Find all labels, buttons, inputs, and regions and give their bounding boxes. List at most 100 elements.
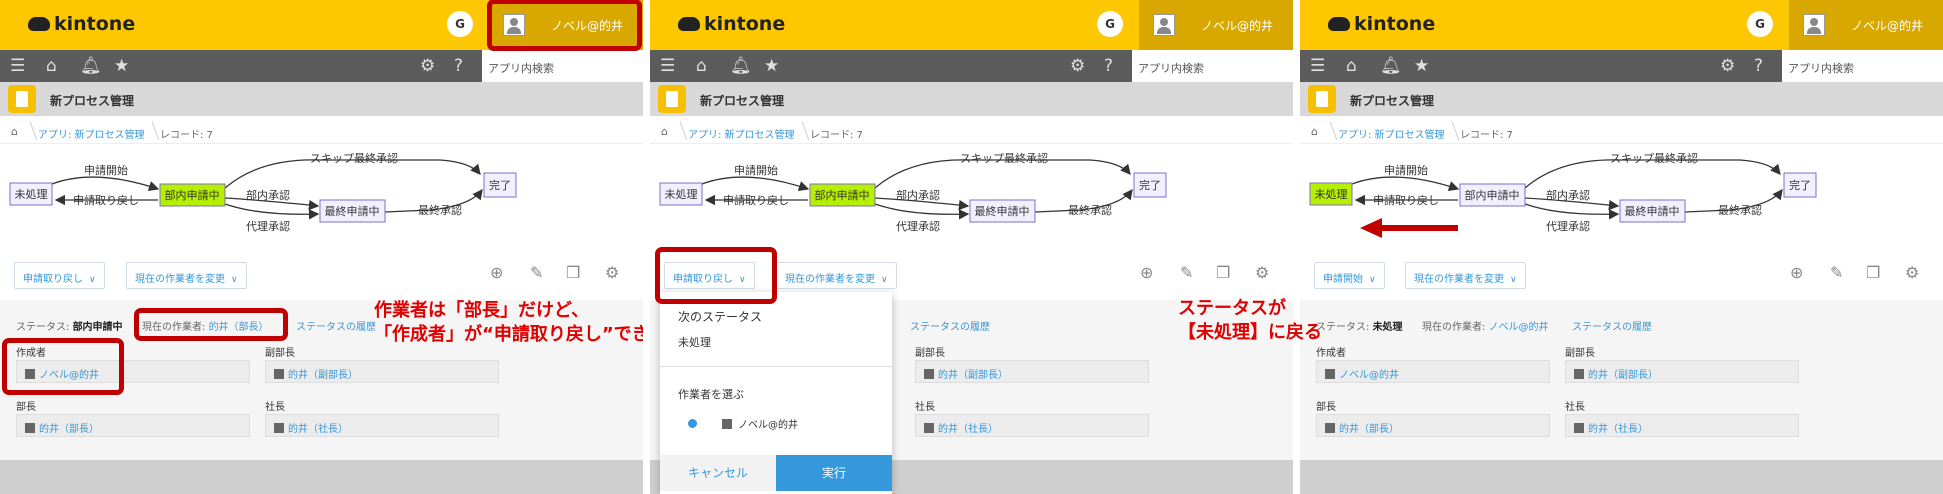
user-icon [1325, 423, 1335, 433]
breadcrumb-separator [142, 122, 160, 140]
breadcrumb-separator [20, 122, 38, 140]
state-unprocessed-label: 未処理 [665, 188, 698, 201]
bell-icon[interactable]: 🔔︎ [730, 56, 752, 76]
manager-value[interactable]: 的井（部長） [1339, 424, 1399, 435]
home-icon[interactable]: ⌂ [1311, 125, 1318, 138]
status-history-link[interactable]: ステータスの履歴 [1572, 318, 1652, 333]
star-icon[interactable]: ★ [1414, 56, 1429, 76]
home-icon[interactable]: ⌂ [661, 125, 668, 138]
footer-bar [0, 460, 643, 494]
menu-icon[interactable]: ☰ [660, 56, 675, 76]
president-value[interactable]: 的井（社長） [288, 424, 348, 435]
execute-button[interactable]: 実行 [776, 455, 892, 491]
help-icon[interactable]: ? [1754, 56, 1763, 76]
action-proxy-approval: 代理承認 [246, 219, 290, 233]
copy-icon[interactable]: ❐ [566, 263, 580, 282]
breadcrumb-app[interactable]: アプリ: 新プロセス管理 [688, 126, 795, 141]
vice-field: 的井（副部長） [915, 360, 1149, 383]
add-icon[interactable]: ⊕ [1140, 263, 1153, 282]
help-icon[interactable]: ? [454, 56, 463, 76]
status-history-link[interactable]: ステータスの履歴 [910, 318, 990, 333]
action-apply-withdraw: 申請取り戻し [723, 193, 789, 207]
kintone-logo: kintone [1328, 13, 1435, 35]
status-history-link[interactable]: ステータスの履歴 [296, 318, 376, 333]
gear-icon[interactable]: ⚙ [1905, 263, 1919, 282]
user-icon [924, 369, 934, 379]
gear-icon[interactable]: ⚙ [1070, 56, 1085, 76]
vice-label: 副部長 [265, 348, 295, 359]
g-button[interactable]: G [1097, 11, 1123, 37]
president-value[interactable]: 的井（社長） [938, 424, 998, 435]
manager-value[interactable]: 的井（部長） [39, 424, 99, 435]
g-button[interactable]: G [447, 11, 473, 37]
copy-icon[interactable]: ❐ [1216, 263, 1230, 282]
home-icon[interactable]: ⌂ [11, 125, 18, 138]
gear-icon[interactable]: ⚙ [420, 56, 435, 76]
help-icon[interactable]: ? [1104, 56, 1113, 76]
edit-icon[interactable]: ✎ [530, 263, 543, 282]
action-dept-approval: 部内承認 [1546, 188, 1590, 202]
app-search-input[interactable]: アプリ内検索 [1132, 50, 1293, 82]
status-history-label: ステータスの履歴 [1572, 322, 1652, 333]
g-button[interactable]: G [1747, 11, 1773, 37]
cancel-button[interactable]: キャンセル [660, 455, 776, 491]
edit-icon[interactable]: ✎ [1830, 263, 1843, 282]
breadcrumb-app[interactable]: アプリ: 新プロセス管理 [1338, 126, 1445, 141]
gear-icon[interactable]: ⚙ [1720, 56, 1735, 76]
process-flow-diagram: 未処理 部内申請中 最終申請中 完了 申請開始 申請取り戻し スキップ最終承認 … [9, 151, 517, 233]
chevron-down-icon: ∨ [1510, 275, 1517, 285]
vice-value[interactable]: 的井（副部長） [288, 370, 358, 381]
next-status-value: 未処理 [678, 336, 711, 349]
change-assignee-button[interactable]: 現在の作業者を変更 ∨ [776, 262, 897, 289]
action-final-approval: 最終承認 [418, 203, 462, 217]
state-final-applying-label: 最終申請中 [975, 204, 1030, 218]
add-icon[interactable]: ⊕ [490, 263, 503, 282]
vice-value[interactable]: 的井（副部長） [938, 370, 1008, 381]
menu-icon[interactable]: ☰ [10, 56, 25, 76]
highlight-withdraw-button [655, 247, 777, 304]
app-search-input[interactable]: アプリ内検索 [482, 50, 643, 82]
copy-icon[interactable]: ❐ [1866, 263, 1880, 282]
user-icon [722, 419, 732, 429]
logo-text: kintone [704, 13, 786, 35]
action-dept-approval: 部内承認 [246, 188, 290, 202]
user-menu[interactable]: ノベル@的井 [1789, 0, 1943, 50]
edit-icon[interactable]: ✎ [1180, 263, 1193, 282]
breadcrumb-app[interactable]: アプリ: 新プロセス管理 [38, 126, 145, 141]
assignee-line: 現在の作業者: ノベル@的井 [1422, 318, 1549, 333]
withdraw-button[interactable]: 申請取り戻し ∨ [14, 262, 105, 289]
manager-field: 的井（部長） [1316, 414, 1550, 437]
gear-icon[interactable]: ⚙ [605, 263, 619, 282]
home-icon[interactable]: ⌂ [1346, 56, 1357, 76]
change-assignee-button[interactable]: 現在の作業者を変更 ∨ [126, 262, 247, 289]
star-icon[interactable]: ★ [764, 56, 779, 76]
assignee-radio[interactable] [688, 419, 697, 428]
creator-value[interactable]: ノベル@的井 [1339, 370, 1399, 381]
home-icon[interactable]: ⌂ [46, 56, 57, 76]
app-icon [8, 85, 36, 113]
app-icon [658, 85, 686, 113]
state-dept-applying-label: 部内申請中 [1465, 188, 1520, 202]
menu-icon[interactable]: ☰ [1310, 56, 1325, 76]
add-icon[interactable]: ⊕ [1790, 263, 1803, 282]
assignee-value[interactable]: ノベル@的井 [1489, 322, 1549, 333]
gear-icon[interactable]: ⚙ [1255, 263, 1269, 282]
breadcrumb: ⌂ アプリ: 新プロセス管理 レコード: 7 [0, 118, 643, 144]
app-search-input[interactable]: アプリ内検索 [1782, 50, 1943, 82]
action-apply-start: 申請開始 [84, 163, 128, 177]
assignee-option-label: ノベル@的井 [738, 420, 798, 431]
state-done-label: 完了 [1139, 178, 1161, 192]
action-final-approval: 最終承認 [1068, 203, 1112, 217]
star-icon[interactable]: ★ [114, 56, 129, 76]
top-header: kintone G ノベル@的井 [650, 0, 1293, 50]
assignee-option[interactable]: ノベル@的井 [722, 416, 798, 431]
status-label: ステータス: [1316, 322, 1370, 333]
user-menu[interactable]: ノベル@的井 [1139, 0, 1293, 50]
bell-icon[interactable]: 🔔︎ [80, 56, 102, 76]
bell-icon[interactable]: 🔔︎ [1380, 56, 1402, 76]
president-value[interactable]: 的井（社長） [1588, 424, 1648, 435]
change-assignee-button[interactable]: 現在の作業者を変更 ∨ [1405, 262, 1526, 289]
home-icon[interactable]: ⌂ [696, 56, 707, 76]
apply-start-button[interactable]: 申請開始 ∨ [1314, 262, 1385, 289]
vice-value[interactable]: 的井（副部長） [1588, 370, 1658, 381]
